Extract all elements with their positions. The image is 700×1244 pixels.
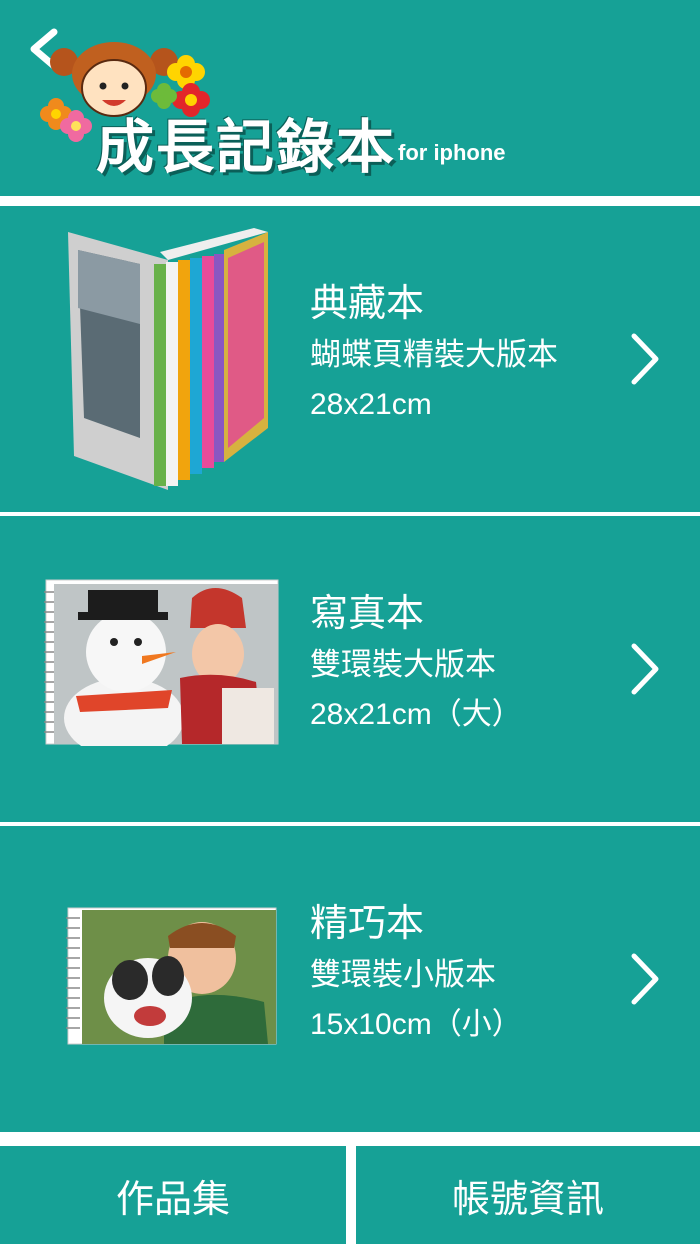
- product-size: 28x21cm（大）: [310, 698, 522, 731]
- app-title: 成長記錄本: [96, 113, 397, 181]
- chevron-right-icon: [631, 953, 659, 1005]
- product-size: 15x10cm（小）: [310, 1008, 522, 1041]
- product-name: 精巧本: [310, 903, 425, 945]
- product-name: 寫真本: [310, 593, 425, 635]
- product-name: 典藏本: [310, 283, 425, 325]
- app-subtitle: for iphone: [398, 140, 506, 165]
- product-description: 蝴蝶頁精裝大版本: [310, 337, 558, 372]
- app-header: 成長記錄本 for iphone: [0, 0, 700, 196]
- product-row-photo[interactable]: 寫真本 雙環裝大版本 28x21cm（大）: [0, 516, 700, 822]
- product-row-compact[interactable]: 精巧本 雙環裝小版本 15x10cm（小）: [0, 826, 700, 1132]
- hardcover-book-thumbnail: [68, 228, 268, 490]
- product-size: 28x21cm: [310, 388, 432, 421]
- portfolio-button[interactable]: 作品集: [0, 1146, 346, 1244]
- product-description: 雙環裝小版本: [310, 957, 496, 992]
- snowman-photobook-thumbnail: [44, 579, 279, 746]
- product-description: 雙環裝大版本: [310, 647, 496, 682]
- boy-dog-photobook-thumbnail: [66, 907, 277, 1045]
- chevron-right-icon: [631, 643, 659, 695]
- chevron-right-icon: [631, 333, 659, 385]
- product-row-collector[interactable]: 典藏本 蝴蝶頁精裝大版本 28x21cm: [0, 206, 700, 512]
- account-info-button[interactable]: 帳號資訊: [356, 1146, 700, 1244]
